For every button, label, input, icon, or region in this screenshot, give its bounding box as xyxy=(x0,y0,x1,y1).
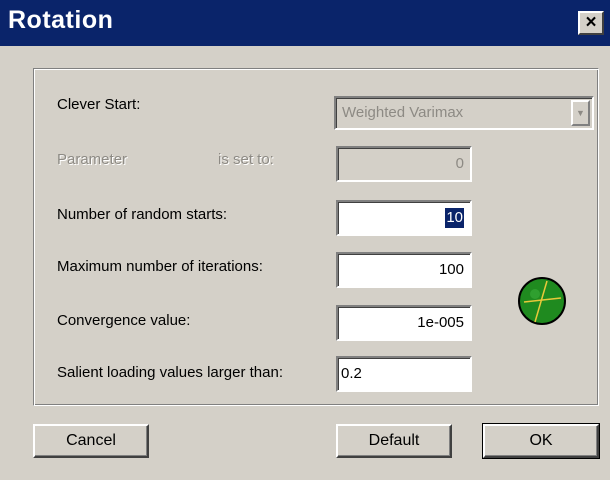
globe-icon xyxy=(518,277,566,325)
close-icon: × xyxy=(585,12,597,33)
parameter-field[interactable]: 0 xyxy=(336,146,472,182)
chevron-down-icon[interactable]: ▼ xyxy=(571,100,590,126)
parameter-suffix-label: is set to: xyxy=(218,151,274,168)
random-starts-value: 10 xyxy=(445,208,464,228)
convergence-label: Convergence value: xyxy=(57,312,191,329)
max-iterations-field[interactable]: 100 xyxy=(336,252,472,288)
convergence-value: 1e-005 xyxy=(417,314,464,331)
random-starts-field[interactable]: 10 xyxy=(336,200,472,236)
parameter-label: Parameter xyxy=(57,151,128,168)
max-iterations-label: Maximum number of iterations: xyxy=(57,258,263,275)
salient-loading-value: 0.2 xyxy=(341,365,362,382)
window-title: Rotation xyxy=(8,6,114,34)
close-button[interactable]: × xyxy=(578,11,604,35)
salient-loading-label: Salient loading values larger than: xyxy=(57,364,283,381)
clever-start-dropdown[interactable]: Weighted Varimax ▼ xyxy=(334,96,594,130)
salient-loading-field[interactable]: 0.2 xyxy=(336,356,472,392)
random-starts-label: Number of random starts: xyxy=(57,206,228,223)
cancel-button[interactable]: Cancel xyxy=(33,424,149,458)
clever-start-label: Clever Start: xyxy=(57,96,141,113)
convergence-field[interactable]: 1e-005 xyxy=(336,305,472,341)
parameter-value: 0 xyxy=(455,155,464,172)
max-iterations-value: 100 xyxy=(438,261,464,278)
clever-start-value: Weighted Varimax xyxy=(342,104,464,121)
ok-button[interactable]: OK xyxy=(482,423,600,459)
default-button[interactable]: Default xyxy=(336,424,452,458)
title-bar: Rotation × xyxy=(0,0,610,46)
